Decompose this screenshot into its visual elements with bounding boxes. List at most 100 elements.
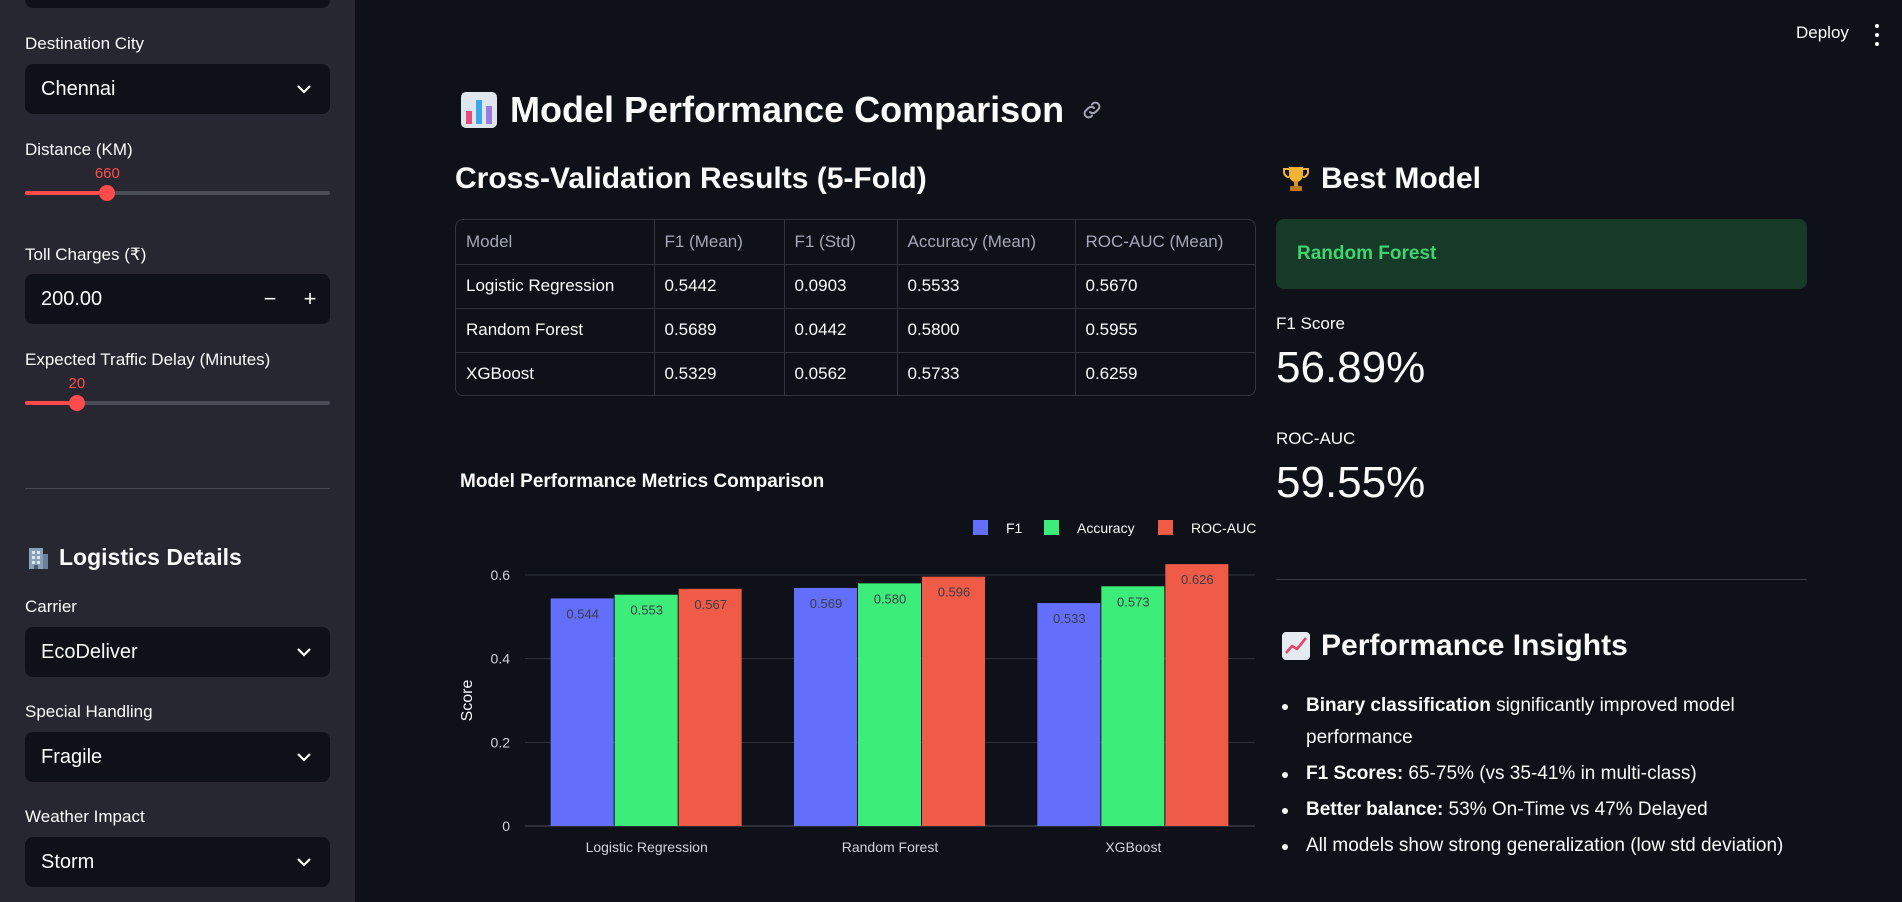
roc-auc-metric-value: 59.55% [1276,458,1426,507]
cv-results-table: Model F1 (Mean) F1 (Std) Accuracy (Mean)… [455,219,1256,396]
table-row: Random Forest 0.5689 0.0442 0.5800 0.595… [456,308,1255,353]
toll-charges-input[interactable]: 200.00 − + [25,274,330,324]
legend-swatch [973,520,988,535]
special-handling-label: Special Handling [25,702,153,721]
data-label: 0.544 [566,606,599,621]
f1-metric-value: 56.89% [1276,343,1426,392]
table-cell: 0.5329 [654,352,785,395]
data-label: 0.533 [1053,611,1086,626]
chevron-down-icon [294,642,314,662]
column-header[interactable]: F1 (Std) [784,220,898,265]
slider-fill [25,191,108,195]
cv-heading: Cross-Validation Results (5-Fold) [455,162,927,195]
best-model-success-box: Random Forest [1276,219,1807,289]
table-cell: XGBoost [456,352,655,395]
bar [794,587,857,826]
list-item: All models show strong generalization (l… [1276,830,1836,862]
data-label: 0.567 [694,597,727,612]
table-cell: 0.5800 [897,308,1076,353]
destination-city-label: Destination City [25,34,145,53]
insight-text: All models show strong generalization (l… [1306,835,1784,856]
bar [858,583,921,826]
f1-metric-label: F1 Score [1276,314,1345,333]
destination-city-select[interactable]: Chennai [25,64,330,114]
metrics-bar-chart[interactable]: 0 0.2 0.4 0.6 Score 0.544 0.553 0.567 Logistic R… [455,510,1256,862]
slider-thumb[interactable] [68,395,85,411]
best-model-heading-text: Best Model [1321,162,1482,195]
chevron-down-icon [294,79,314,99]
bar-chart-icon [461,92,497,128]
slider-value: 660 [94,165,120,182]
table-cell: 0.0442 [784,308,898,353]
destination-city-value: Chennai [41,77,116,100]
weather-impact-label: Weather Impact [25,807,145,826]
legend-label: Accuracy [1077,520,1135,536]
list-item: F1 Scores: 65-75% (vs 35-41% in multi-cl… [1276,758,1836,790]
distance-slider[interactable]: 660 [25,165,330,205]
y-axis-label: Score [459,680,476,722]
column-header[interactable]: ROC-AUC (Mean) [1075,220,1255,265]
list-item: Binary classification significantly impr… [1276,690,1836,754]
weather-impact-value: Storm [41,850,95,873]
y-tick-label: 0.6 [491,567,511,583]
y-tick-label: 0.2 [491,734,511,750]
table-row: Logistic Regression 0.5442 0.0903 0.5533… [456,264,1255,309]
insight-bold: F1 Scores: [1306,763,1404,784]
data-label: 0.580 [874,591,907,606]
insight-text: 65-75% (vs 35-41% in multi-class) [1403,763,1697,784]
best-model-heading: Best Model [1281,162,1481,196]
legend-swatch [1044,520,1059,535]
table-cell: Logistic Regression [456,264,655,309]
link-icon[interactable] [1080,98,1104,122]
trophy-icon [1283,167,1309,191]
x-tick-label: Random Forest [842,839,939,855]
logistics-heading-text: Logistics Details [59,544,242,570]
column-header[interactable]: F1 (Mean) [654,220,785,265]
office-building-icon [29,547,48,569]
table-cell: 0.5670 [1075,264,1255,309]
bar [1165,564,1229,826]
deploy-button[interactable]: Deploy [1796,23,1849,43]
bar [614,594,678,826]
weather-impact-select[interactable]: Storm [25,837,330,887]
column-header[interactable]: Model [456,220,655,265]
traffic-delay-slider[interactable]: 20 [25,375,330,415]
chart-title: Model Performance Metrics Comparison [460,471,825,492]
page-title-text: Model Performance Comparison [510,89,1065,130]
chevron-down-icon [294,747,314,767]
legend-label: ROC-AUC [1191,520,1256,536]
x-tick-label: XGBoost [1105,839,1161,855]
table-cell: Random Forest [456,308,655,353]
y-tick-label: 0.4 [491,651,511,667]
previous-select[interactable] [25,0,330,8]
column-header[interactable]: Accuracy (Mean) [897,220,1076,265]
data-label: 0.553 [630,603,663,618]
special-handling-select[interactable]: Fragile [25,732,330,782]
page-title: Model Performance Comparison [460,89,1104,131]
slider-value: 20 [68,375,86,392]
right-divider [1276,579,1807,580]
chevron-down-icon [294,852,314,872]
table-cell: 0.5955 [1075,308,1255,353]
table-cell: 0.0562 [784,352,898,395]
insights-heading-text: Performance Insights [1321,629,1628,662]
bar [678,588,742,826]
data-label: 0.569 [810,596,843,611]
table-cell: 0.0903 [784,264,898,309]
sidebar-divider [25,488,330,489]
table-cell: 0.5689 [654,308,785,353]
toll-charges-value[interactable]: 200.00 [25,288,250,311]
bar [1101,586,1165,826]
table-cell: 0.5442 [654,264,785,309]
main-menu-icon[interactable] [1873,24,1881,46]
insights-heading: Performance Insights [1281,629,1628,663]
insights-list: Binary classification significantly impr… [1276,690,1836,866]
increment-button[interactable]: + [290,274,330,324]
carrier-select[interactable]: EcoDeliver [25,627,330,677]
legend-swatch [1158,520,1173,535]
table-header-row: Model F1 (Mean) F1 (Std) Accuracy (Mean)… [456,220,1255,265]
slider-thumb[interactable] [99,185,116,201]
bar [550,598,614,826]
bar [922,576,985,826]
decrement-button[interactable]: − [250,274,290,324]
